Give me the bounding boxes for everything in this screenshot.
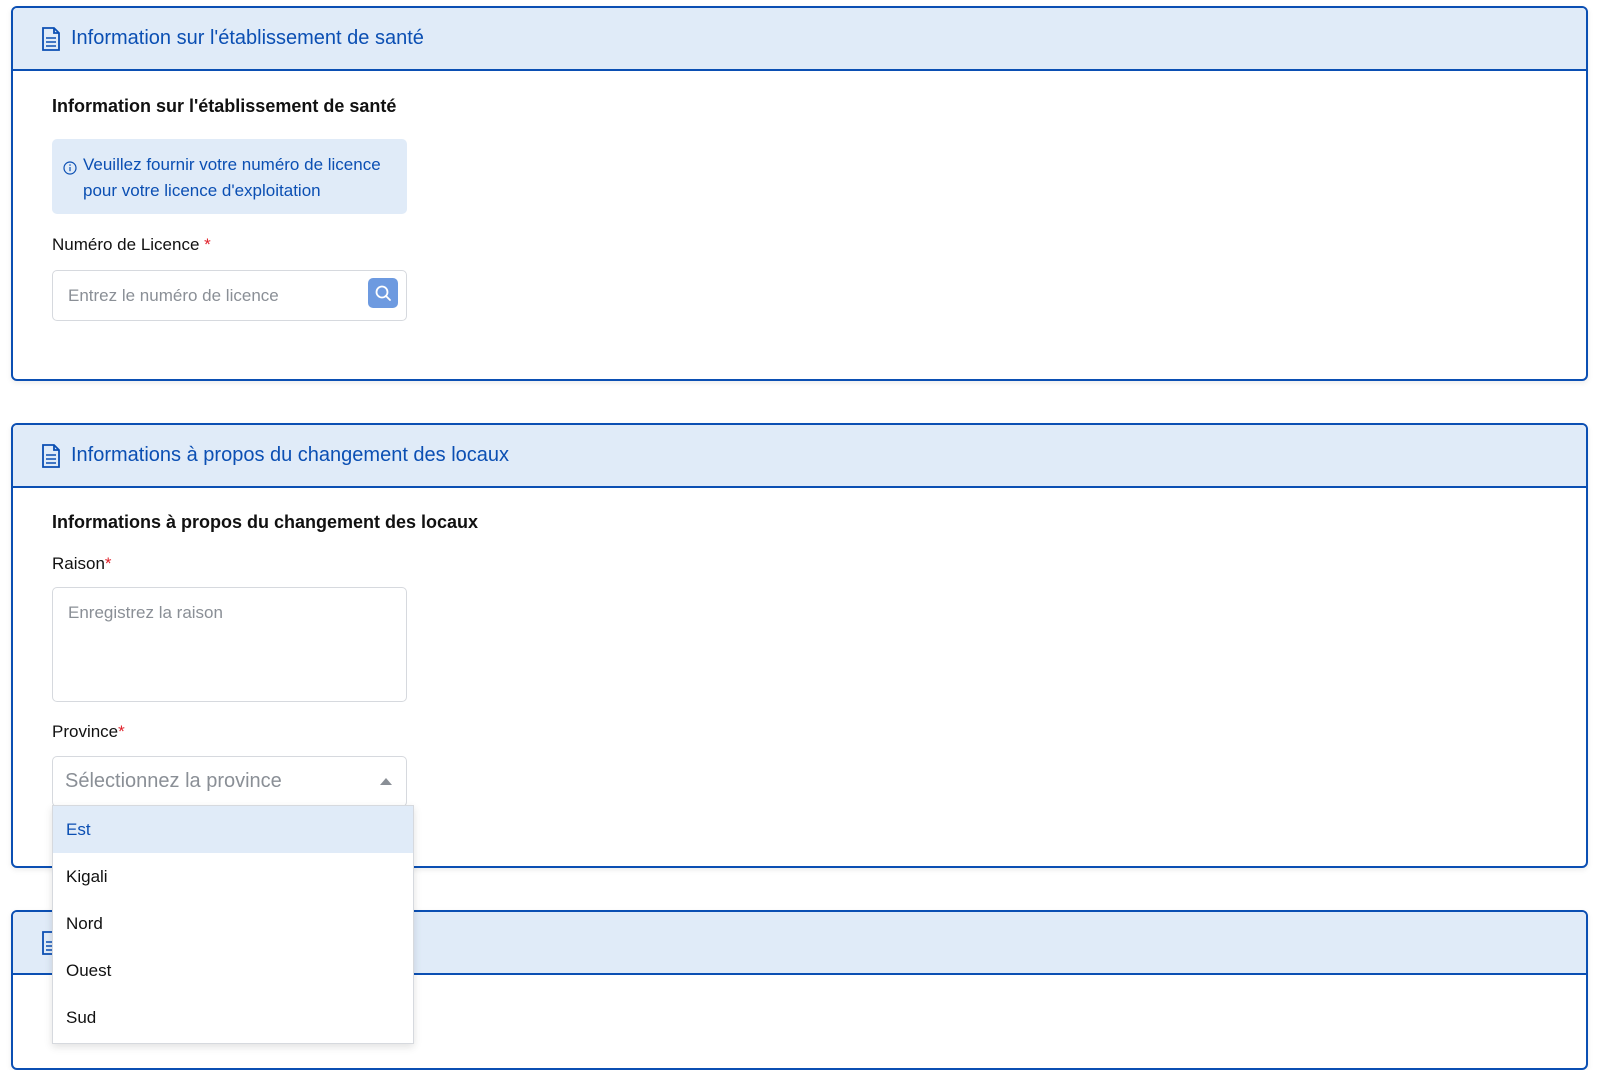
province-label: Province* [52, 722, 125, 742]
info-circle-icon [63, 157, 77, 175]
province-option-ouest[interactable]: Ouest [53, 947, 413, 994]
label-text: Numéro de Licence [52, 235, 200, 254]
province-option-sud[interactable]: Sud [53, 994, 413, 1041]
card-header: Information sur l'établissement de santé [13, 8, 1586, 71]
reason-placeholder: Enregistrez la raison [68, 603, 223, 622]
card-title: Informations à propos du changement des … [71, 444, 510, 466]
license-number-input[interactable]: Entrez le numéro de licence [52, 270, 407, 321]
label-text: Raison [52, 554, 105, 573]
label-text: Province [52, 722, 119, 741]
province-option-nord[interactable]: Nord [53, 900, 413, 947]
document-icon [41, 26, 63, 51]
required-marker: * [118, 722, 125, 741]
card-title: Information sur l'établissement de santé [71, 27, 424, 49]
province-option-kigali[interactable]: Kigali [53, 853, 413, 900]
reason-label: Raison* [52, 554, 112, 574]
search-button[interactable] [368, 278, 398, 308]
province-dropdown-menu: Est Kigali Nord Ouest Sud [52, 805, 414, 1044]
info-alert: Veuillez fournir votre numéro de licence… [52, 139, 407, 214]
required-marker: * [204, 235, 211, 254]
required-marker: * [104, 554, 112, 573]
caret-up-icon [380, 777, 392, 785]
license-number-label: Numéro de Licence * [52, 235, 211, 255]
premises-change-card: Informations à propos du changement des … [11, 423, 1588, 868]
section-title: Informations à propos du changement des … [52, 512, 479, 532]
info-message: Veuillez fournir votre numéro de licence… [83, 155, 381, 200]
section-title: Information sur l'établissement de santé [52, 96, 397, 116]
health-facility-card: Information sur l'établissement de santé… [11, 6, 1588, 381]
license-number-placeholder: Entrez le numéro de licence [68, 286, 279, 305]
province-select[interactable]: Sélectionnez la province [52, 756, 407, 807]
reason-textarea[interactable]: Enregistrez la raison [52, 587, 407, 702]
card-header: Informations à propos du changement des … [13, 425, 1586, 488]
search-icon [374, 284, 392, 302]
document-icon [41, 443, 63, 468]
province-placeholder: Sélectionnez la province [65, 770, 282, 792]
province-option-est[interactable]: Est [53, 806, 413, 853]
